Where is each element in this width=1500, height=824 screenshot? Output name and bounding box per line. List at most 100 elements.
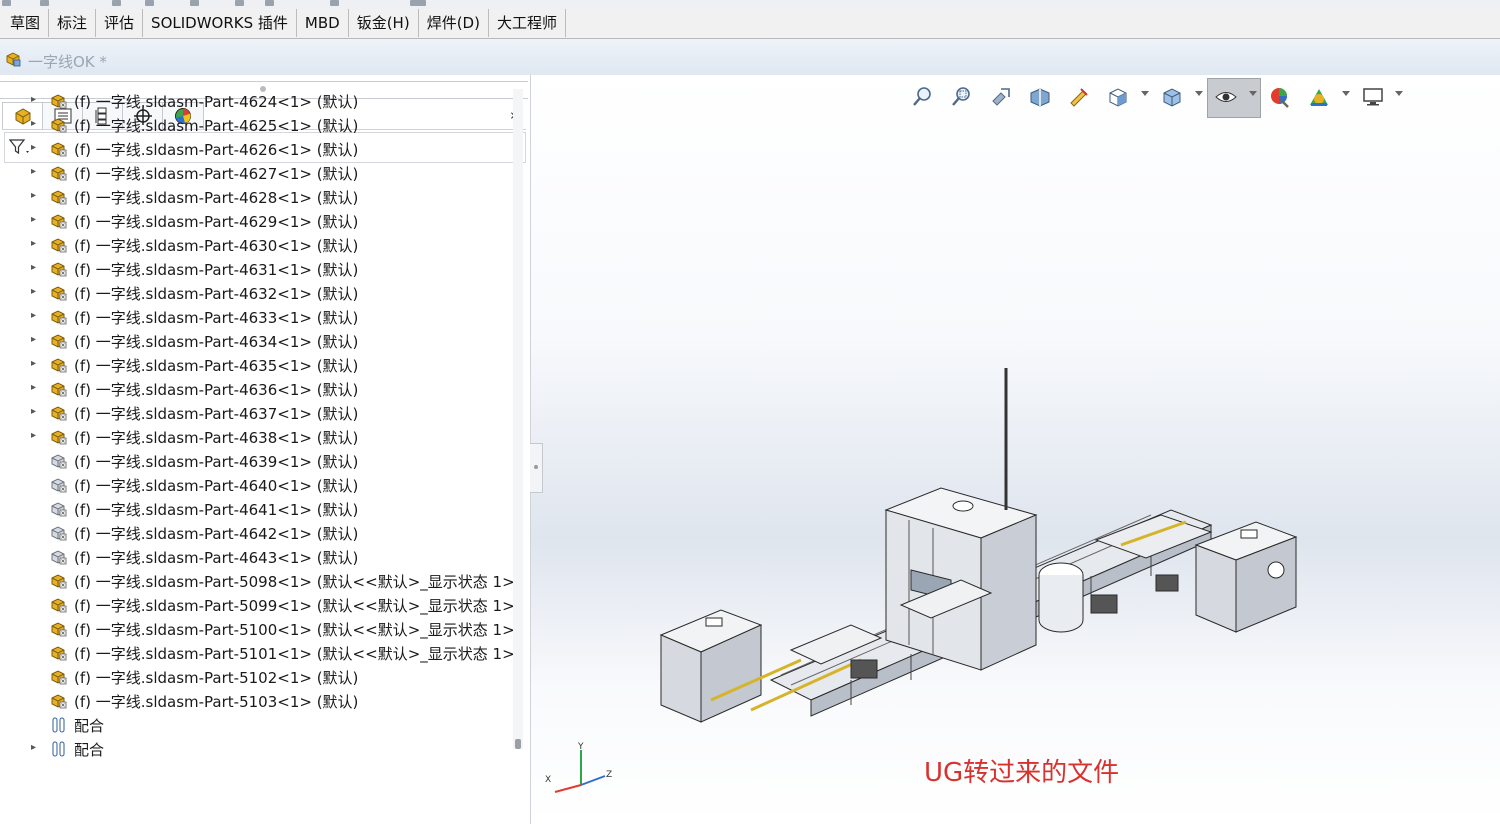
section-view-icon[interactable] <box>1028 85 1052 109</box>
tree-item[interactable]: ▸ (f) 一字线.sldasm-Part-4636<1> (默认) <box>0 377 508 401</box>
expand-arrow-icon[interactable]: ▸ <box>31 262 36 273</box>
display-style-icon[interactable] <box>1160 85 1184 109</box>
mates-icon <box>50 740 68 758</box>
expand-arrow-icon[interactable]: ▸ <box>31 406 36 417</box>
tree-item[interactable]: ▸ (f) 一字线.sldasm-Part-4630<1> (默认) <box>0 233 508 257</box>
chevron-down-icon[interactable] <box>1395 91 1403 96</box>
tree-item[interactable]: ▸ (f) 一字线.sldasm-Part-4625<1> (默认) <box>0 113 508 137</box>
chevron-down-icon[interactable] <box>1342 91 1350 96</box>
expand-arrow-icon[interactable]: ▸ <box>31 310 36 321</box>
tree-item[interactable]: ▸ (f) 一字线.sldasm-Part-4637<1> (默认) <box>0 401 508 425</box>
tab-sketch[interactable]: 草图 <box>0 9 50 37</box>
view-settings-icon[interactable] <box>1361 85 1385 109</box>
toolbar-icon[interactable] <box>410 0 426 6</box>
expand-arrow-icon[interactable]: ▸ <box>31 430 36 441</box>
tree-item[interactable]: ▸ (f) 一字线.sldasm-Part-4634<1> (默认) <box>0 329 508 353</box>
tree-item-label: (f) 一字线.sldasm-Part-4632<1> (默认) <box>74 285 359 303</box>
expand-arrow-icon[interactable]: ▸ <box>31 742 36 753</box>
view-orientation-icon[interactable] <box>1106 85 1130 109</box>
zoom-to-area-icon[interactable] <box>950 85 974 109</box>
tab-weldments[interactable]: 焊件(D) <box>419 9 489 37</box>
tree-item-label: (f) 一字线.sldasm-Part-4643<1> (默认) <box>74 549 359 567</box>
tab-evaluate[interactable]: 评估 <box>96 9 144 37</box>
toolbar-icon[interactable] <box>330 0 339 6</box>
tree-item[interactable]: ▸ (f) 一字线.sldasm-Part-4629<1> (默认) <box>0 209 508 233</box>
toolbar-icon[interactable] <box>265 0 274 6</box>
expand-arrow-icon[interactable]: ▸ <box>31 358 36 369</box>
expand-arrow-icon[interactable]: ▸ <box>31 382 36 393</box>
tree-item[interactable]: (f) 一字线.sldasm-Part-4641<1> (默认) <box>0 497 508 521</box>
expand-arrow-icon[interactable]: ▸ <box>31 214 36 225</box>
tree-item[interactable]: (f) 一字线.sldasm-Part-4643<1> (默认) <box>0 545 508 569</box>
graphics-area[interactable]: Y Z X UG转过来的文件 <box>531 75 1500 824</box>
zoom-to-fit-icon[interactable] <box>911 85 935 109</box>
toolbar-icon[interactable] <box>145 0 154 6</box>
tree-item[interactable]: ▸ (f) 一字线.sldasm-Part-4628<1> (默认) <box>0 185 508 209</box>
tree-item[interactable]: ▸ (f) 一字线.sldasm-Part-4624<1> (默认) <box>0 89 508 113</box>
tree-item[interactable]: ▸ (f) 一字线.sldasm-Part-4626<1> (默认) <box>0 137 508 161</box>
part-icon <box>50 380 68 398</box>
tree-item-label: (f) 一字线.sldasm-Part-4636<1> (默认) <box>74 381 359 399</box>
tree-item-label: (f) 一字线.sldasm-Part-5101<1> (默认<<默认>_显示状… <box>74 645 521 663</box>
panel-splitter[interactable] <box>530 443 543 493</box>
dynamic-annotation-icon[interactable] <box>1067 85 1091 109</box>
toolbar-icon[interactable] <box>235 0 244 6</box>
expand-arrow-icon[interactable]: ▸ <box>31 286 36 297</box>
apply-scene-icon[interactable] <box>1307 85 1331 109</box>
tab-mbd[interactable]: MBD <box>297 9 349 37</box>
tree-item[interactable]: ▸ 配合 <box>0 737 508 761</box>
tree-item[interactable]: ▸ (f) 一字线.sldasm-Part-4635<1> (默认) <box>0 353 508 377</box>
expand-arrow-icon[interactable]: ▸ <box>31 142 36 153</box>
tree-item[interactable]: (f) 一字线.sldasm-Part-5103<1> (默认) <box>0 689 508 713</box>
tree-item[interactable]: (f) 一字线.sldasm-Part-4639<1> (默认) <box>0 449 508 473</box>
tree-item[interactable]: ▸ (f) 一字线.sldasm-Part-4631<1> (默认) <box>0 257 508 281</box>
tab-solidworks-addins[interactable]: SOLIDWORKS 插件 <box>143 9 297 37</box>
expand-arrow-icon[interactable]: ▸ <box>31 94 36 105</box>
expand-arrow-icon[interactable]: ▸ <box>31 118 36 129</box>
chevron-down-icon[interactable] <box>1195 91 1203 96</box>
tree-item[interactable]: (f) 一字线.sldasm-Part-4640<1> (默认) <box>0 473 508 497</box>
tree-item[interactable]: 配合 <box>0 713 508 737</box>
command-manager-tabs: 草图 标注 评估 SOLIDWORKS 插件 MBD 钣金(H) 焊件(D) 大… <box>0 9 1500 39</box>
tab-sheet-metal[interactable]: 钣金(H) <box>349 9 419 37</box>
tree-item-label: (f) 一字线.sldasm-Part-4639<1> (默认) <box>74 453 359 471</box>
tree-item[interactable]: (f) 一字线.sldasm-Part-5102<1> (默认) <box>0 665 508 689</box>
tree-item[interactable]: (f) 一字线.sldasm-Part-5100<1> (默认<<默认>_显示状… <box>0 617 521 641</box>
expand-arrow-icon[interactable]: ▸ <box>31 166 36 177</box>
assembly-model[interactable] <box>651 360 1311 760</box>
toolbar-icon[interactable] <box>2 0 11 6</box>
tree-item[interactable]: ▸ (f) 一字线.sldasm-Part-4632<1> (默认) <box>0 281 508 305</box>
splitter-dot <box>534 465 538 469</box>
hide-show-items-icon[interactable] <box>1214 85 1238 109</box>
annotation-text: UG转过来的文件 <box>924 758 1120 788</box>
tree-scrollbar[interactable] <box>513 89 523 749</box>
tree-item[interactable]: ▸ (f) 一字线.sldasm-Part-4633<1> (默认) <box>0 305 508 329</box>
tab-markup[interactable]: 标注 <box>49 9 97 37</box>
scrollbar-thumb[interactable] <box>515 739 521 749</box>
toolbar-icon[interactable] <box>40 0 49 6</box>
previous-view-icon[interactable] <box>989 85 1013 109</box>
expand-arrow-icon[interactable]: ▸ <box>31 238 36 249</box>
document-title-bar <box>0 39 1500 75</box>
tree-item[interactable]: (f) 一字线.sldasm-Part-5098<1> (默认<<默认>_显示状… <box>0 569 521 593</box>
part-icon <box>50 596 68 614</box>
tab-big-engineer[interactable]: 大工程师 <box>489 9 566 37</box>
tree-item[interactable]: (f) 一字线.sldasm-Part-4642<1> (默认) <box>0 521 508 545</box>
mates-icon <box>50 716 68 734</box>
toolbar-icon[interactable] <box>190 0 199 6</box>
part-icon <box>50 164 68 182</box>
expand-arrow-icon[interactable]: ▸ <box>31 190 36 201</box>
edit-appearance-icon[interactable] <box>1268 85 1292 109</box>
chevron-down-icon[interactable] <box>1249 91 1257 96</box>
expand-arrow-icon[interactable]: ▸ <box>31 334 36 345</box>
part-icon <box>50 356 68 374</box>
assembly-icon <box>6 52 21 67</box>
tree-item[interactable]: ▸ (f) 一字线.sldasm-Part-4627<1> (默认) <box>0 161 508 185</box>
part-icon <box>50 428 68 446</box>
toolbar-icon[interactable] <box>112 0 121 6</box>
tree-item[interactable]: ▸ (f) 一字线.sldasm-Part-4638<1> (默认) <box>0 425 508 449</box>
part-icon <box>50 308 68 326</box>
chevron-down-icon[interactable] <box>1141 91 1149 96</box>
tree-item[interactable]: (f) 一字线.sldasm-Part-5101<1> (默认<<默认>_显示状… <box>0 641 521 665</box>
tree-item[interactable]: (f) 一字线.sldasm-Part-5099<1> (默认<<默认>_显示状… <box>0 593 521 617</box>
